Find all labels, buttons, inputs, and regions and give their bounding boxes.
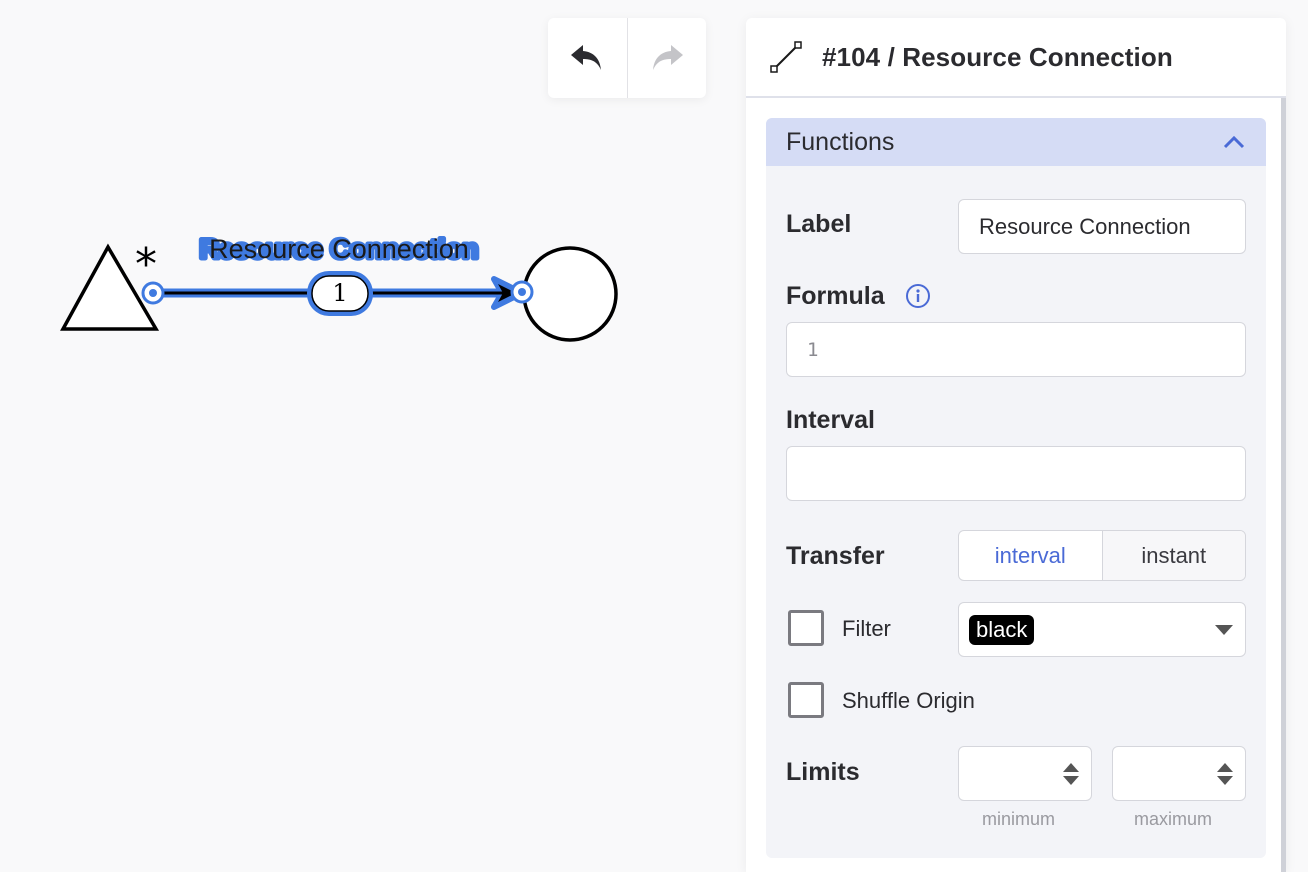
transfer-option-interval[interactable]: interval: [959, 531, 1102, 580]
connection-value: 1: [332, 279, 347, 307]
undo-icon: [571, 45, 602, 70]
history-toolbar: [548, 18, 706, 98]
section-title: Functions: [786, 127, 895, 156]
formula-input[interactable]: 1: [786, 322, 1246, 377]
formula-field-label: Formula: [786, 282, 885, 310]
shuffle-origin-label: Shuffle Origin: [842, 688, 975, 713]
source-handle-dot: [149, 289, 157, 297]
undo-button[interactable]: [548, 18, 627, 98]
target-handle-dot: [518, 288, 526, 296]
target-node-circle[interactable]: [522, 246, 618, 342]
diagram-svg: * 1 Resource Connection Resource Connect…: [60, 232, 618, 342]
chevron-down-icon: [1215, 624, 1233, 635]
panel-body: Functions Label Resource Connection Form…: [746, 98, 1286, 872]
filter-checkbox[interactable]: [788, 610, 824, 646]
transfer-field-label: Transfer: [786, 542, 885, 570]
panel-title: #104 / Resource Connection: [822, 41, 1173, 72]
functions-section: Functions Label Resource Connection Form…: [766, 118, 1266, 858]
properties-panel: #104 / Resource Connection Functions Lab…: [746, 18, 1286, 872]
shuffle-origin-checkbox[interactable]: [788, 682, 824, 718]
spinner-arrows-icon[interactable]: [1061, 761, 1081, 787]
transfer-option-instant[interactable]: instant: [1101, 531, 1245, 580]
functions-section-header[interactable]: Functions: [766, 118, 1266, 166]
filter-selected-chip: black: [969, 614, 1035, 645]
interval-input[interactable]: [786, 446, 1246, 501]
interval-field-label: Interval: [786, 406, 875, 434]
limits-maximum-hint: maximum: [1134, 809, 1213, 829]
limits-minimum-input[interactable]: [958, 746, 1092, 801]
info-icon[interactable]: [905, 283, 931, 309]
filter-label: Filter: [842, 616, 891, 641]
label-field-label: Label: [786, 210, 852, 238]
panel-header: #104 / Resource Connection: [746, 18, 1286, 98]
chevron-up-icon[interactable]: [1222, 134, 1246, 150]
panel-scrollbar[interactable]: [1281, 98, 1286, 872]
label-input-value: Resource Connection: [979, 213, 1191, 239]
label-input[interactable]: Resource Connection: [958, 199, 1246, 254]
redo-icon: [652, 45, 683, 70]
spinner-arrows-icon[interactable]: [1215, 761, 1235, 787]
limits-minimum-hint: minimum: [982, 809, 1056, 829]
formula-input-value: 1: [807, 338, 819, 361]
filter-select[interactable]: black: [958, 602, 1246, 657]
transfer-toggle: interval instant: [958, 530, 1246, 581]
redo-button[interactable]: [628, 18, 707, 98]
limits-field-label: Limits: [786, 758, 860, 786]
connection-line-icon: [770, 41, 802, 73]
limits-maximum-input[interactable]: [1112, 746, 1246, 801]
connection-label[interactable]: Resource Connection: [209, 234, 469, 264]
